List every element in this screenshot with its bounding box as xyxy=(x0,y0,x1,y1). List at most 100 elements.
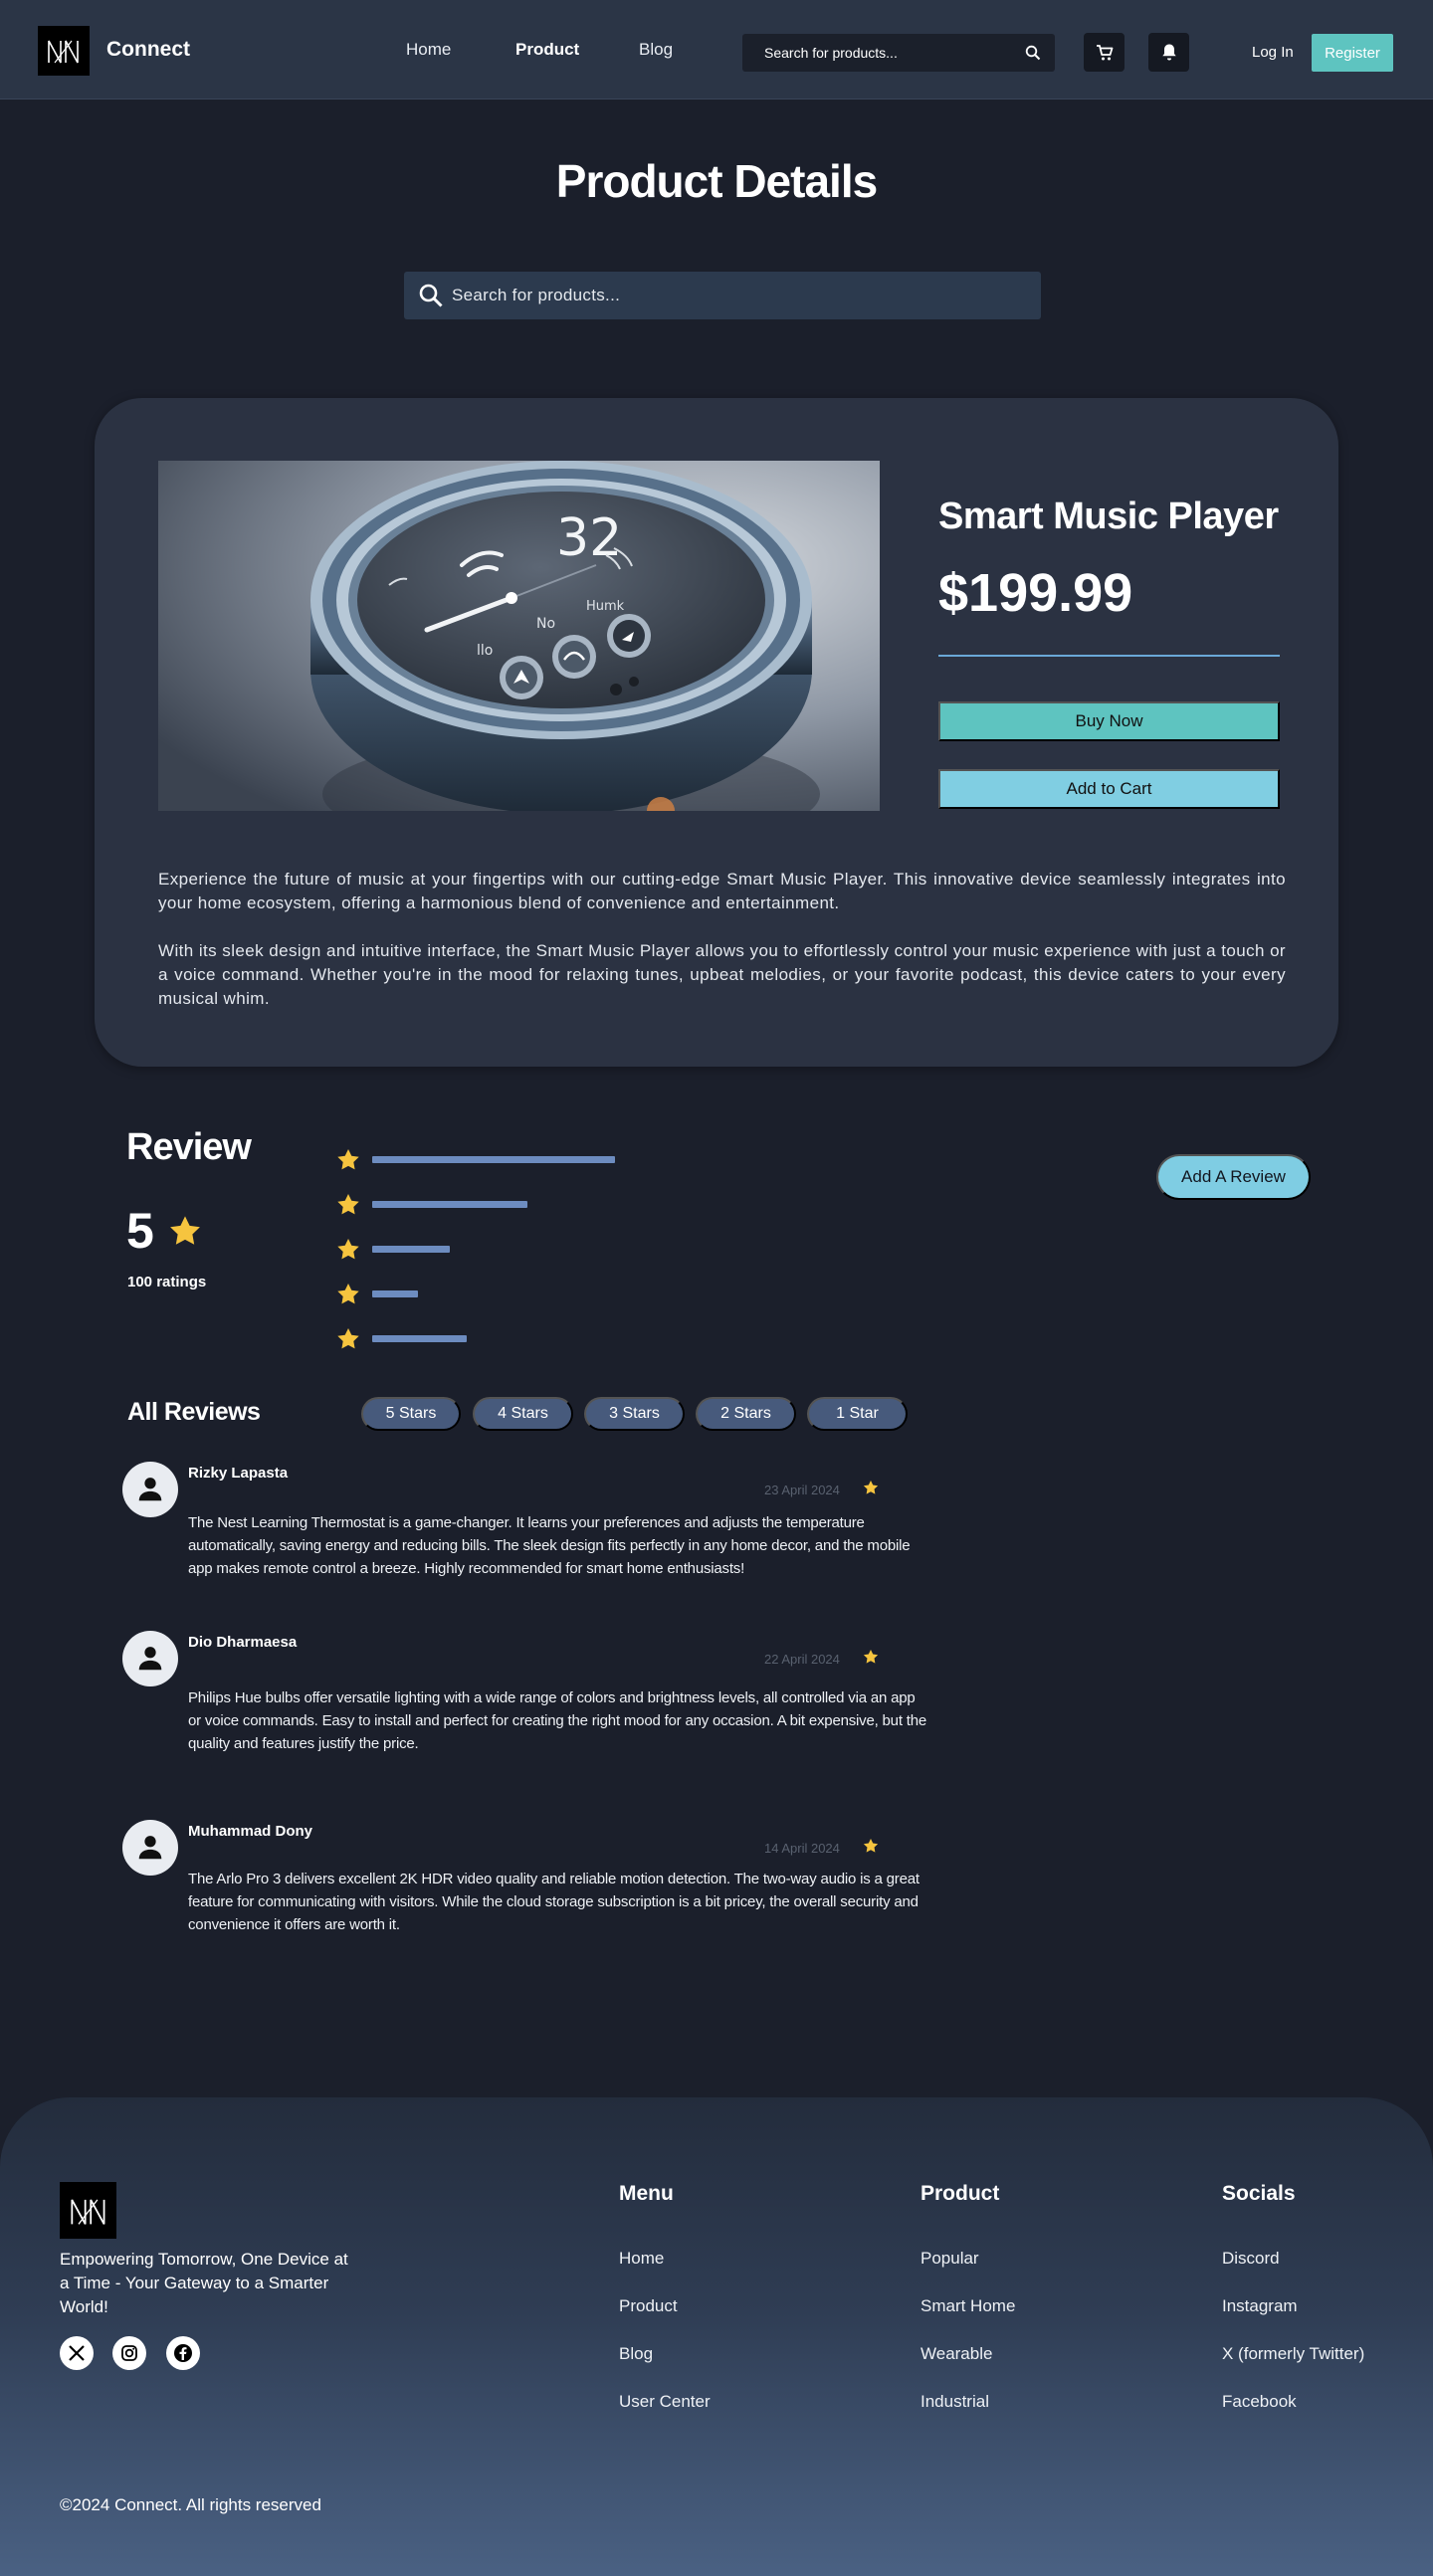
review-date: 23 April 2024 xyxy=(764,1483,840,1497)
facebook-social-link[interactable] xyxy=(166,2336,200,2370)
instagram-icon xyxy=(121,2345,137,2361)
reviewer-name: Rizky Lapasta xyxy=(188,1465,289,1482)
bell-icon xyxy=(1161,44,1176,61)
footer-link-x[interactable]: X (formerly Twitter) xyxy=(1222,2344,1364,2364)
footer-link-discord[interactable]: Discord xyxy=(1222,2249,1280,2269)
user-icon xyxy=(138,1836,162,1860)
product-price: $199.99 xyxy=(938,563,1133,623)
instagram-social-link[interactable] xyxy=(112,2336,146,2370)
rating-bar-fill xyxy=(372,1245,450,1253)
add-review-button[interactable]: Add A Review xyxy=(1156,1154,1311,1200)
login-link[interactable]: Log In xyxy=(1252,44,1294,61)
filter-5-stars[interactable]: 5 Stars xyxy=(361,1397,461,1431)
device-label-2: No xyxy=(536,616,555,632)
star-icon xyxy=(863,1481,879,1494)
register-button[interactable]: Register xyxy=(1312,34,1393,72)
facebook-icon xyxy=(174,2344,192,2362)
review-title: Review xyxy=(126,1126,252,1168)
star-icon xyxy=(863,1650,879,1664)
review-date: 14 April 2024 xyxy=(764,1841,840,1856)
star-icon xyxy=(337,1327,359,1348)
search-icon[interactable] xyxy=(418,283,444,313)
navbar: Connect Home Product Blog Log In Registe… xyxy=(0,0,1433,99)
avatar[interactable] xyxy=(122,1631,178,1686)
star-icon xyxy=(863,1839,879,1853)
device-label-1: llo xyxy=(477,643,493,659)
nav-link-home[interactable]: Home xyxy=(406,40,451,60)
x-social-link[interactable] xyxy=(60,2336,94,2370)
filter-4-stars[interactable]: 4 Stars xyxy=(473,1397,573,1431)
footer-link-smart-home[interactable]: Smart Home xyxy=(921,2296,1015,2316)
footer-tagline: Empowering Tomorrow, One Device at a Tim… xyxy=(60,2250,348,2316)
logo-mark-icon xyxy=(48,40,79,64)
product-name: Smart Music Player xyxy=(938,495,1279,537)
device-label-3: Humk xyxy=(586,599,625,614)
search-icon[interactable] xyxy=(1025,45,1041,66)
review-date: 22 April 2024 xyxy=(764,1652,840,1667)
page-title: Product Details xyxy=(555,155,878,207)
footer-menu-title: Menu xyxy=(619,2182,674,2205)
logo[interactable] xyxy=(38,26,90,76)
x-icon xyxy=(69,2345,85,2361)
rating-bar-row xyxy=(336,1145,615,1173)
nav-link-product[interactable]: Product xyxy=(515,40,579,60)
star-icon xyxy=(169,1216,200,1245)
review-text: Philips Hue bulbs offer versatile lighti… xyxy=(188,1689,927,1752)
reviewer-name: Dio Dharmaesa xyxy=(188,1634,298,1651)
notifications-button[interactable] xyxy=(1148,33,1189,72)
user-icon xyxy=(138,1478,162,1501)
price-divider xyxy=(938,655,1280,657)
product-search-bar xyxy=(404,272,1041,319)
footer-logo[interactable] xyxy=(60,2182,116,2239)
footer-link-facebook[interactable]: Facebook xyxy=(1222,2392,1297,2412)
star-icon xyxy=(337,1238,359,1259)
footer: Empowering Tomorrow, One Device at a Tim… xyxy=(0,2097,1433,2576)
footer-link-popular[interactable]: Popular xyxy=(921,2249,979,2269)
brand-name[interactable]: Connect xyxy=(106,38,190,62)
star-icon xyxy=(337,1283,359,1303)
ratings-count: 100 ratings xyxy=(127,1274,207,1290)
product-description-paragraph: Experience the future of music at your f… xyxy=(158,870,1286,912)
product-description-paragraph: With its sleek design and intuitive inte… xyxy=(158,941,1286,1008)
star-icon xyxy=(337,1148,359,1169)
star-icon xyxy=(337,1193,359,1214)
rating-bar-row xyxy=(336,1324,467,1352)
filter-2-stars[interactable]: 2 Stars xyxy=(696,1397,796,1431)
product-card: 32 llo No Humk Smart Music Player $199.9… xyxy=(95,398,1338,1067)
footer-link-home[interactable]: Home xyxy=(619,2249,664,2269)
buy-now-button[interactable]: Buy Now xyxy=(938,701,1280,741)
footer-link-industrial[interactable]: Industrial xyxy=(921,2392,989,2412)
filter-1-star[interactable]: 1 Star xyxy=(807,1397,908,1431)
reviewer-name: Muhammad Dony xyxy=(188,1823,313,1840)
average-rating: 5 xyxy=(126,1202,202,1260)
cart-button[interactable] xyxy=(1084,33,1125,72)
rating-bar-fill xyxy=(372,1200,527,1208)
product-description: Experience the future of music at your f… xyxy=(158,868,1286,1011)
copyright: ©2024 Connect. All rights reserved xyxy=(60,2495,321,2514)
avatar[interactable] xyxy=(122,1820,178,1876)
all-reviews-title: All Reviews xyxy=(127,1398,261,1426)
footer-link-instagram[interactable]: Instagram xyxy=(1222,2296,1298,2316)
filter-3-stars[interactable]: 3 Stars xyxy=(584,1397,685,1431)
rating-bar-row xyxy=(336,1280,418,1307)
rating-bar-fill xyxy=(372,1289,418,1297)
footer-link-blog[interactable]: Blog xyxy=(619,2344,653,2364)
nav-link-blog[interactable]: Blog xyxy=(639,40,673,60)
add-to-cart-button[interactable]: Add to Cart xyxy=(938,769,1280,809)
cart-icon xyxy=(1096,44,1113,60)
avatar[interactable] xyxy=(122,1462,178,1517)
product-image: 32 llo No Humk xyxy=(158,461,880,811)
review-text: The Arlo Pro 3 delivers excellent 2K HDR… xyxy=(188,1871,920,1933)
average-rating-value: 5 xyxy=(126,1203,154,1259)
nav-search-input[interactable] xyxy=(764,34,1013,72)
footer-link-wearable[interactable]: Wearable xyxy=(921,2344,992,2364)
review-text: The Nest Learning Thermostat is a game-c… xyxy=(188,1514,911,1577)
footer-socials-title: Socials xyxy=(1222,2182,1296,2205)
nav-search-bar xyxy=(742,34,1055,72)
rating-bar-row xyxy=(336,1190,527,1218)
footer-link-user-center[interactable]: User Center xyxy=(619,2392,711,2412)
product-search-input[interactable] xyxy=(452,272,1009,319)
footer-link-product[interactable]: Product xyxy=(619,2296,678,2316)
user-icon xyxy=(138,1647,162,1671)
rating-bar-fill xyxy=(372,1155,615,1163)
